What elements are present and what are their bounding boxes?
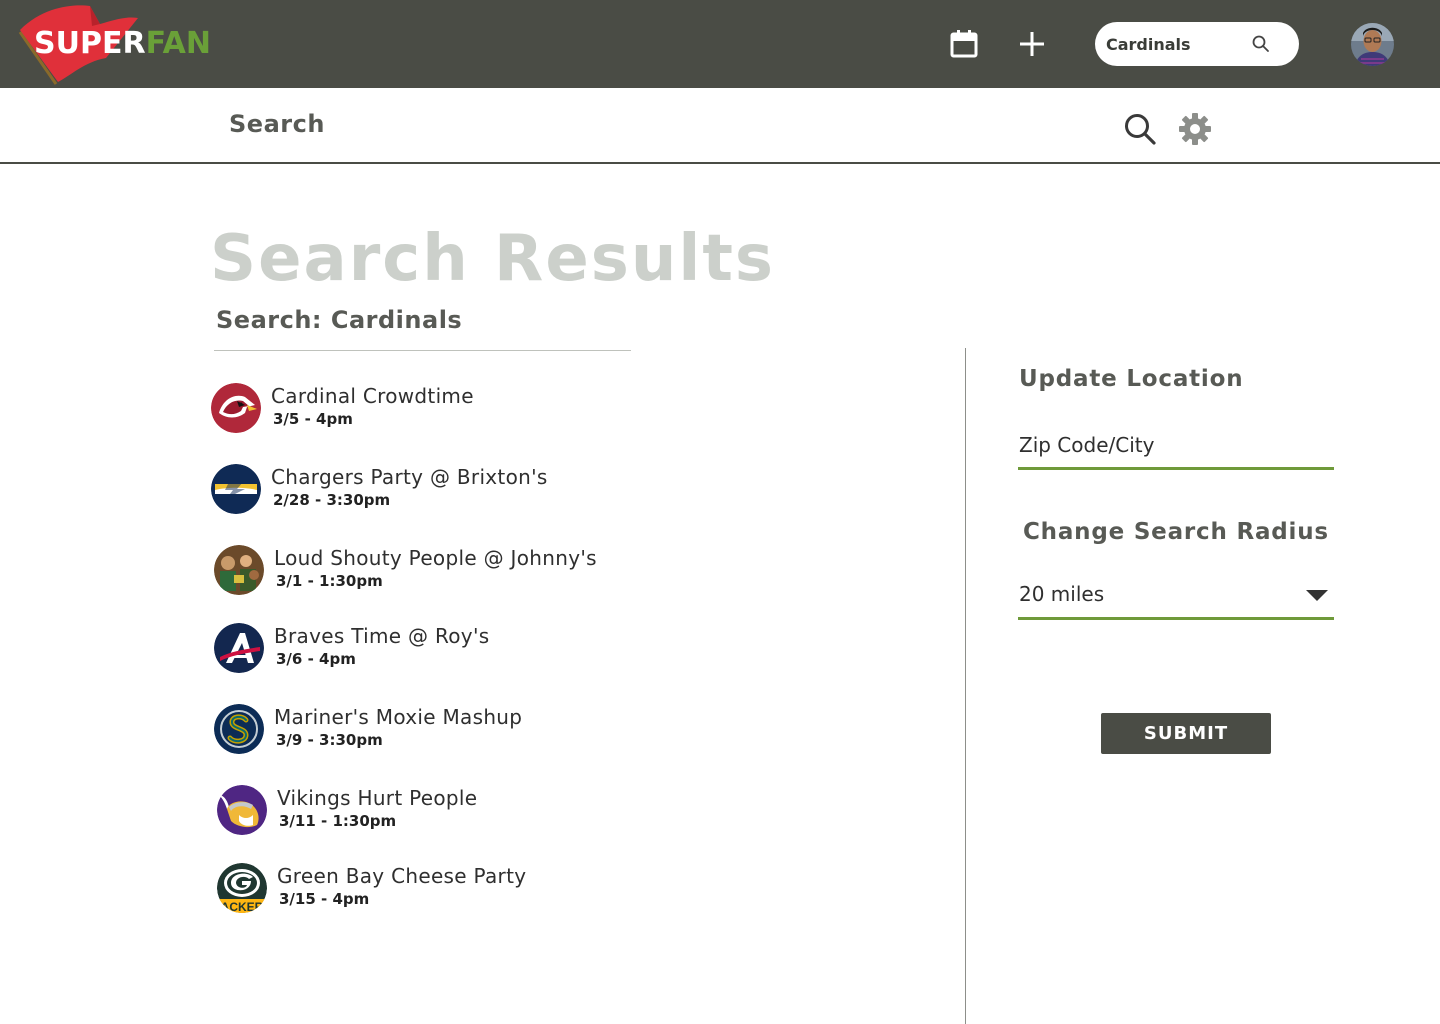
calendar-icon [950,30,978,58]
location-heading: Update Location [1019,366,1244,392]
result-name: Braves Time @ Roy's [274,624,490,648]
team-logo: ACKER [217,863,267,913]
cardinals-logo-icon [211,383,261,433]
result-date: 3/9 - 3:30pm [276,731,383,749]
result-name: Green Bay Cheese Party [277,864,527,888]
team-logo [214,704,264,754]
svg-text:ACKER: ACKER [221,900,264,913]
section-toolbar: Search [0,88,1440,164]
result-item[interactable]: ACKER Green Bay Cheese Party 3/15 - 4pm [217,863,637,919]
radius-selected-value: 20 miles [1019,582,1105,606]
result-item[interactable]: Cardinal Crowdtime 3/5 - 4pm [211,383,631,439]
query-divider [214,350,631,351]
result-name: Loud Shouty People @ Johnny's [274,546,597,570]
radius-heading: Change Search Radius [1023,519,1329,545]
chevron-down-icon [1306,590,1328,601]
team-logo [211,464,261,514]
result-date: 3/15 - 4pm [279,890,370,908]
plus-icon [1020,32,1044,56]
page-title: Search Results [210,222,775,296]
location-field[interactable] [1018,424,1334,470]
gear-icon [1179,113,1211,145]
result-name: Cardinal Crowdtime [271,384,474,408]
search-icon[interactable] [1251,34,1271,54]
logo-super: SUPER [34,26,146,61]
calendar-button[interactable] [944,26,984,62]
chargers-logo-icon [211,464,261,514]
logo-wordmark: SUPERFAN [34,26,211,61]
column-divider [965,348,966,1024]
search-query-label: Search: Cardinals [216,306,463,334]
add-event-button[interactable] [1013,26,1051,62]
result-name: Mariner's Moxie Mashup [274,705,523,729]
header-search-box[interactable] [1095,22,1299,66]
settings-button[interactable] [1176,110,1214,148]
result-date: 3/6 - 4pm [276,650,356,668]
crowd-photo-icon [214,545,264,595]
location-input[interactable] [1019,430,1319,460]
vikings-logo-icon [217,785,267,835]
radius-select[interactable]: 20 miles [1018,574,1334,620]
header-search-input[interactable] [1106,32,1246,56]
team-logo [211,383,261,433]
search-icon [1125,114,1156,145]
submit-button[interactable]: SUBMIT [1101,713,1271,754]
result-date: 2/28 - 3:30pm [273,491,391,509]
result-item[interactable]: Loud Shouty People @ Johnny's 3/1 - 1:30… [214,545,634,601]
result-name: Chargers Party @ Brixton's [271,465,548,489]
user-avatar[interactable] [1351,23,1394,66]
logo-fan: FAN [145,26,211,61]
braves-logo-icon [214,623,264,673]
team-logo [217,785,267,835]
result-item[interactable]: Mariner's Moxie Mashup 3/9 - 3:30pm [214,704,634,760]
mariners-logo-icon [214,704,264,754]
packers-logo-icon: ACKER [217,863,267,913]
result-item[interactable]: Chargers Party @ Brixton's 2/28 - 3:30pm [211,464,631,520]
venue-photo [214,545,264,595]
result-date: 3/5 - 4pm [273,410,353,428]
result-name: Vikings Hurt People [277,786,478,810]
result-date: 3/1 - 1:30pm [276,572,383,590]
team-logo [214,623,264,673]
section-title: Search [229,110,325,138]
top-app-bar: SUPERFAN [0,0,1440,88]
avatar-image [1351,23,1394,66]
superfan-logo[interactable]: SUPERFAN [14,2,254,86]
toolbar-search-button[interactable] [1121,110,1159,148]
result-item[interactable]: Vikings Hurt People 3/11 - 1:30pm [217,785,637,841]
result-item[interactable]: Braves Time @ Roy's 3/6 - 4pm [214,623,634,679]
result-date: 3/11 - 1:30pm [279,812,397,830]
